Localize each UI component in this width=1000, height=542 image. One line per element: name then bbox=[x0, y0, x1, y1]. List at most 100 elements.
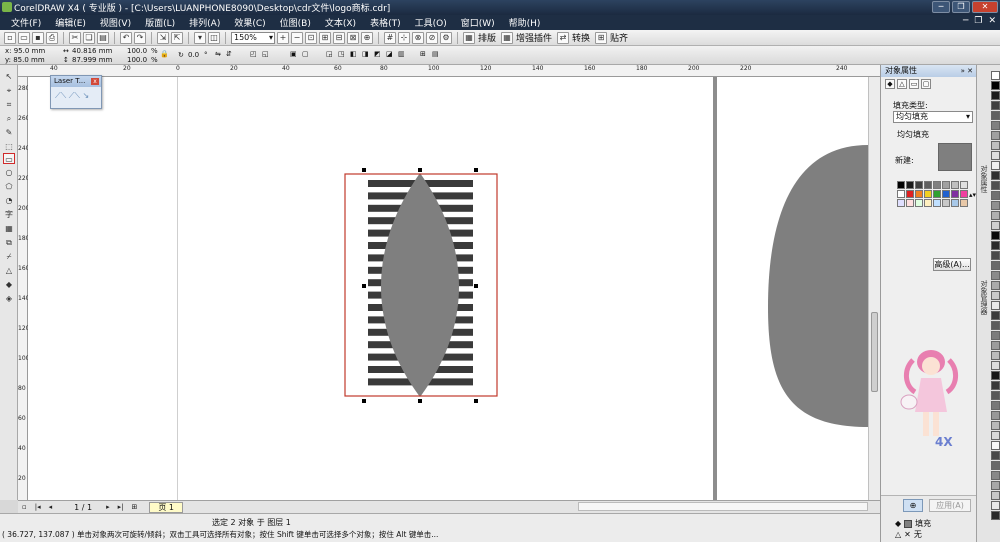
plugin-label[interactable]: 增强插件 bbox=[516, 31, 552, 44]
palette-color-chip[interactable] bbox=[991, 361, 1000, 370]
next-page-icon[interactable]: ▸ bbox=[106, 503, 110, 511]
mirror-horizontal-icon[interactable]: ⇋ bbox=[215, 50, 221, 58]
outline-tab-icon[interactable]: △ bbox=[897, 79, 907, 89]
table-tool-icon[interactable]: ▦ bbox=[3, 223, 15, 234]
palette-color-chip[interactable] bbox=[991, 511, 1000, 520]
general-tab-icon[interactable]: ▭ bbox=[909, 79, 919, 89]
selection-handle[interactable] bbox=[474, 168, 478, 172]
close-button[interactable]: ✕ bbox=[972, 1, 998, 13]
lock-button[interactable]: ⊕ bbox=[903, 499, 923, 512]
palette-color-chip[interactable] bbox=[991, 181, 1000, 190]
group-icon[interactable]: ▣ bbox=[290, 50, 297, 58]
palette-swatch[interactable] bbox=[924, 190, 932, 198]
palette-color-chip[interactable] bbox=[991, 301, 1000, 310]
palette-color-chip[interactable] bbox=[991, 371, 1000, 380]
palette-swatch[interactable] bbox=[951, 190, 959, 198]
menu-window[interactable]: 窗口(W) bbox=[454, 16, 502, 29]
palette-color-chip[interactable] bbox=[991, 421, 1000, 430]
print-icon[interactable]: ⎙ bbox=[46, 31, 58, 44]
palette-color-chip[interactable] bbox=[991, 231, 1000, 240]
page-options-icon[interactable]: ▫ bbox=[22, 503, 27, 511]
align-label[interactable]: 贴齐 bbox=[610, 31, 628, 44]
intersect-icon[interactable]: ◧ bbox=[350, 50, 357, 58]
text-tool-icon[interactable]: 字 bbox=[3, 209, 15, 220]
laser-tools-close-icon[interactable]: x bbox=[91, 78, 99, 85]
redo-icon[interactable]: ↷ bbox=[134, 31, 146, 44]
menu-help[interactable]: 帮助(H) bbox=[502, 16, 548, 29]
smart-fill-tool-icon[interactable]: ⬚ bbox=[3, 141, 15, 152]
docker-controls[interactable]: » ✕ bbox=[961, 65, 973, 77]
palette-swatch[interactable] bbox=[942, 190, 950, 198]
palette-color-chip[interactable] bbox=[991, 331, 1000, 340]
palette-swatch[interactable] bbox=[906, 199, 914, 207]
palette-color-chip[interactable] bbox=[991, 221, 1000, 230]
laser-tools-window[interactable]: Laser T... x ⟋⟍ ⟋⟍ ↘ bbox=[50, 75, 102, 109]
width-field[interactable]: 40.816 mm bbox=[72, 47, 112, 55]
palette-color-chip[interactable] bbox=[991, 291, 1000, 300]
copy-icon[interactable]: ❏ bbox=[83, 31, 95, 44]
application-launcher-icon[interactable]: ▾ bbox=[194, 31, 206, 44]
vertical-ruler[interactable]: 280 260 240 220 200 180 160 140 120 100 … bbox=[18, 77, 29, 500]
scale-y-field[interactable]: 100.0 bbox=[127, 56, 147, 64]
palette-color-chip[interactable] bbox=[991, 271, 1000, 280]
palette-swatch[interactable] bbox=[960, 199, 968, 207]
page-tab-1[interactable]: 页 1 bbox=[149, 501, 184, 513]
palette-color-chip[interactable] bbox=[991, 401, 1000, 410]
laser-tools-icons[interactable]: ⟋⟍ ⟋⟍ ↘ bbox=[55, 91, 89, 101]
palette-swatch[interactable] bbox=[915, 190, 923, 198]
palette-swatch[interactable] bbox=[924, 199, 932, 207]
menu-text[interactable]: 文本(X) bbox=[318, 16, 363, 29]
palette-color-chip[interactable] bbox=[991, 241, 1000, 250]
ungroup-icon[interactable]: ▢ bbox=[302, 50, 309, 58]
import-icon[interactable]: ⇲ bbox=[157, 31, 169, 44]
palette-color-chip[interactable] bbox=[991, 141, 1000, 150]
palette-color-chip[interactable] bbox=[991, 501, 1000, 510]
menu-file[interactable]: 文件(F) bbox=[4, 16, 48, 29]
palette-swatch[interactable] bbox=[942, 199, 950, 207]
palette-scroll-icon[interactable]: ▴▾ bbox=[969, 191, 976, 199]
menu-effects[interactable]: 效果(C) bbox=[227, 16, 272, 29]
interactive-blend-tool-icon[interactable]: ⧉ bbox=[3, 237, 15, 248]
rotation-field[interactable]: 0.0 bbox=[188, 51, 199, 59]
palette-swatch[interactable] bbox=[933, 181, 941, 189]
selection-handle[interactable] bbox=[474, 399, 478, 403]
create-boundary-icon[interactable]: ▥ bbox=[398, 50, 405, 58]
doc-restore-button[interactable]: ❐ bbox=[974, 16, 982, 26]
selection-handle[interactable] bbox=[362, 399, 366, 403]
height-field[interactable]: 87.999 mm bbox=[72, 56, 112, 64]
open-folder-icon[interactable]: ▭ bbox=[18, 31, 30, 44]
palette-color-chip[interactable] bbox=[991, 461, 1000, 470]
palette-swatch[interactable] bbox=[906, 181, 914, 189]
palette-swatch[interactable] bbox=[951, 199, 959, 207]
prev-page-icon[interactable]: ◂ bbox=[49, 503, 53, 511]
palette-swatch[interactable] bbox=[897, 199, 905, 207]
palette-color-chip[interactable] bbox=[991, 261, 1000, 270]
palette-swatch[interactable] bbox=[897, 181, 905, 189]
palette-swatch[interactable] bbox=[951, 181, 959, 189]
pick-tool-icon[interactable]: ↖ bbox=[3, 71, 15, 82]
first-page-icon[interactable]: |◂ bbox=[35, 503, 41, 511]
palette-color-chip[interactable] bbox=[991, 111, 1000, 120]
combine-icon[interactable]: ◲ bbox=[326, 50, 333, 58]
last-page-icon[interactable]: ▸| bbox=[118, 503, 124, 511]
ellipse-tool-icon[interactable]: ○ bbox=[3, 167, 15, 178]
palette-color-chip[interactable] bbox=[991, 131, 1000, 140]
doc-minimize-button[interactable]: ─ bbox=[963, 16, 968, 26]
zoom-width-icon[interactable]: ⊠ bbox=[347, 31, 359, 44]
undo-icon[interactable]: ↶ bbox=[120, 31, 132, 44]
palette-swatch[interactable] bbox=[924, 181, 932, 189]
palette-swatch[interactable] bbox=[933, 190, 941, 198]
palette-color-chip[interactable] bbox=[991, 81, 1000, 90]
palette-color-chip[interactable] bbox=[991, 151, 1000, 160]
rectangle-tool-icon[interactable]: ▭ bbox=[3, 153, 15, 164]
fill-tool-icon[interactable]: ◆ bbox=[3, 279, 15, 290]
palette-color-chip[interactable] bbox=[991, 161, 1000, 170]
align-distribute-icon[interactable]: ⊞ bbox=[420, 50, 426, 58]
palette-color-chip[interactable] bbox=[991, 311, 1000, 320]
menu-table[interactable]: 表格(T) bbox=[363, 16, 408, 29]
dynamic-guides-icon[interactable]: ⊘ bbox=[426, 31, 438, 44]
docker-tab-object-properties[interactable]: 对象属性 bbox=[979, 165, 989, 193]
palette-swatch[interactable] bbox=[960, 190, 968, 198]
snap-guides-icon[interactable]: ⊹ bbox=[398, 31, 410, 44]
palette-color-chip[interactable] bbox=[991, 171, 1000, 180]
